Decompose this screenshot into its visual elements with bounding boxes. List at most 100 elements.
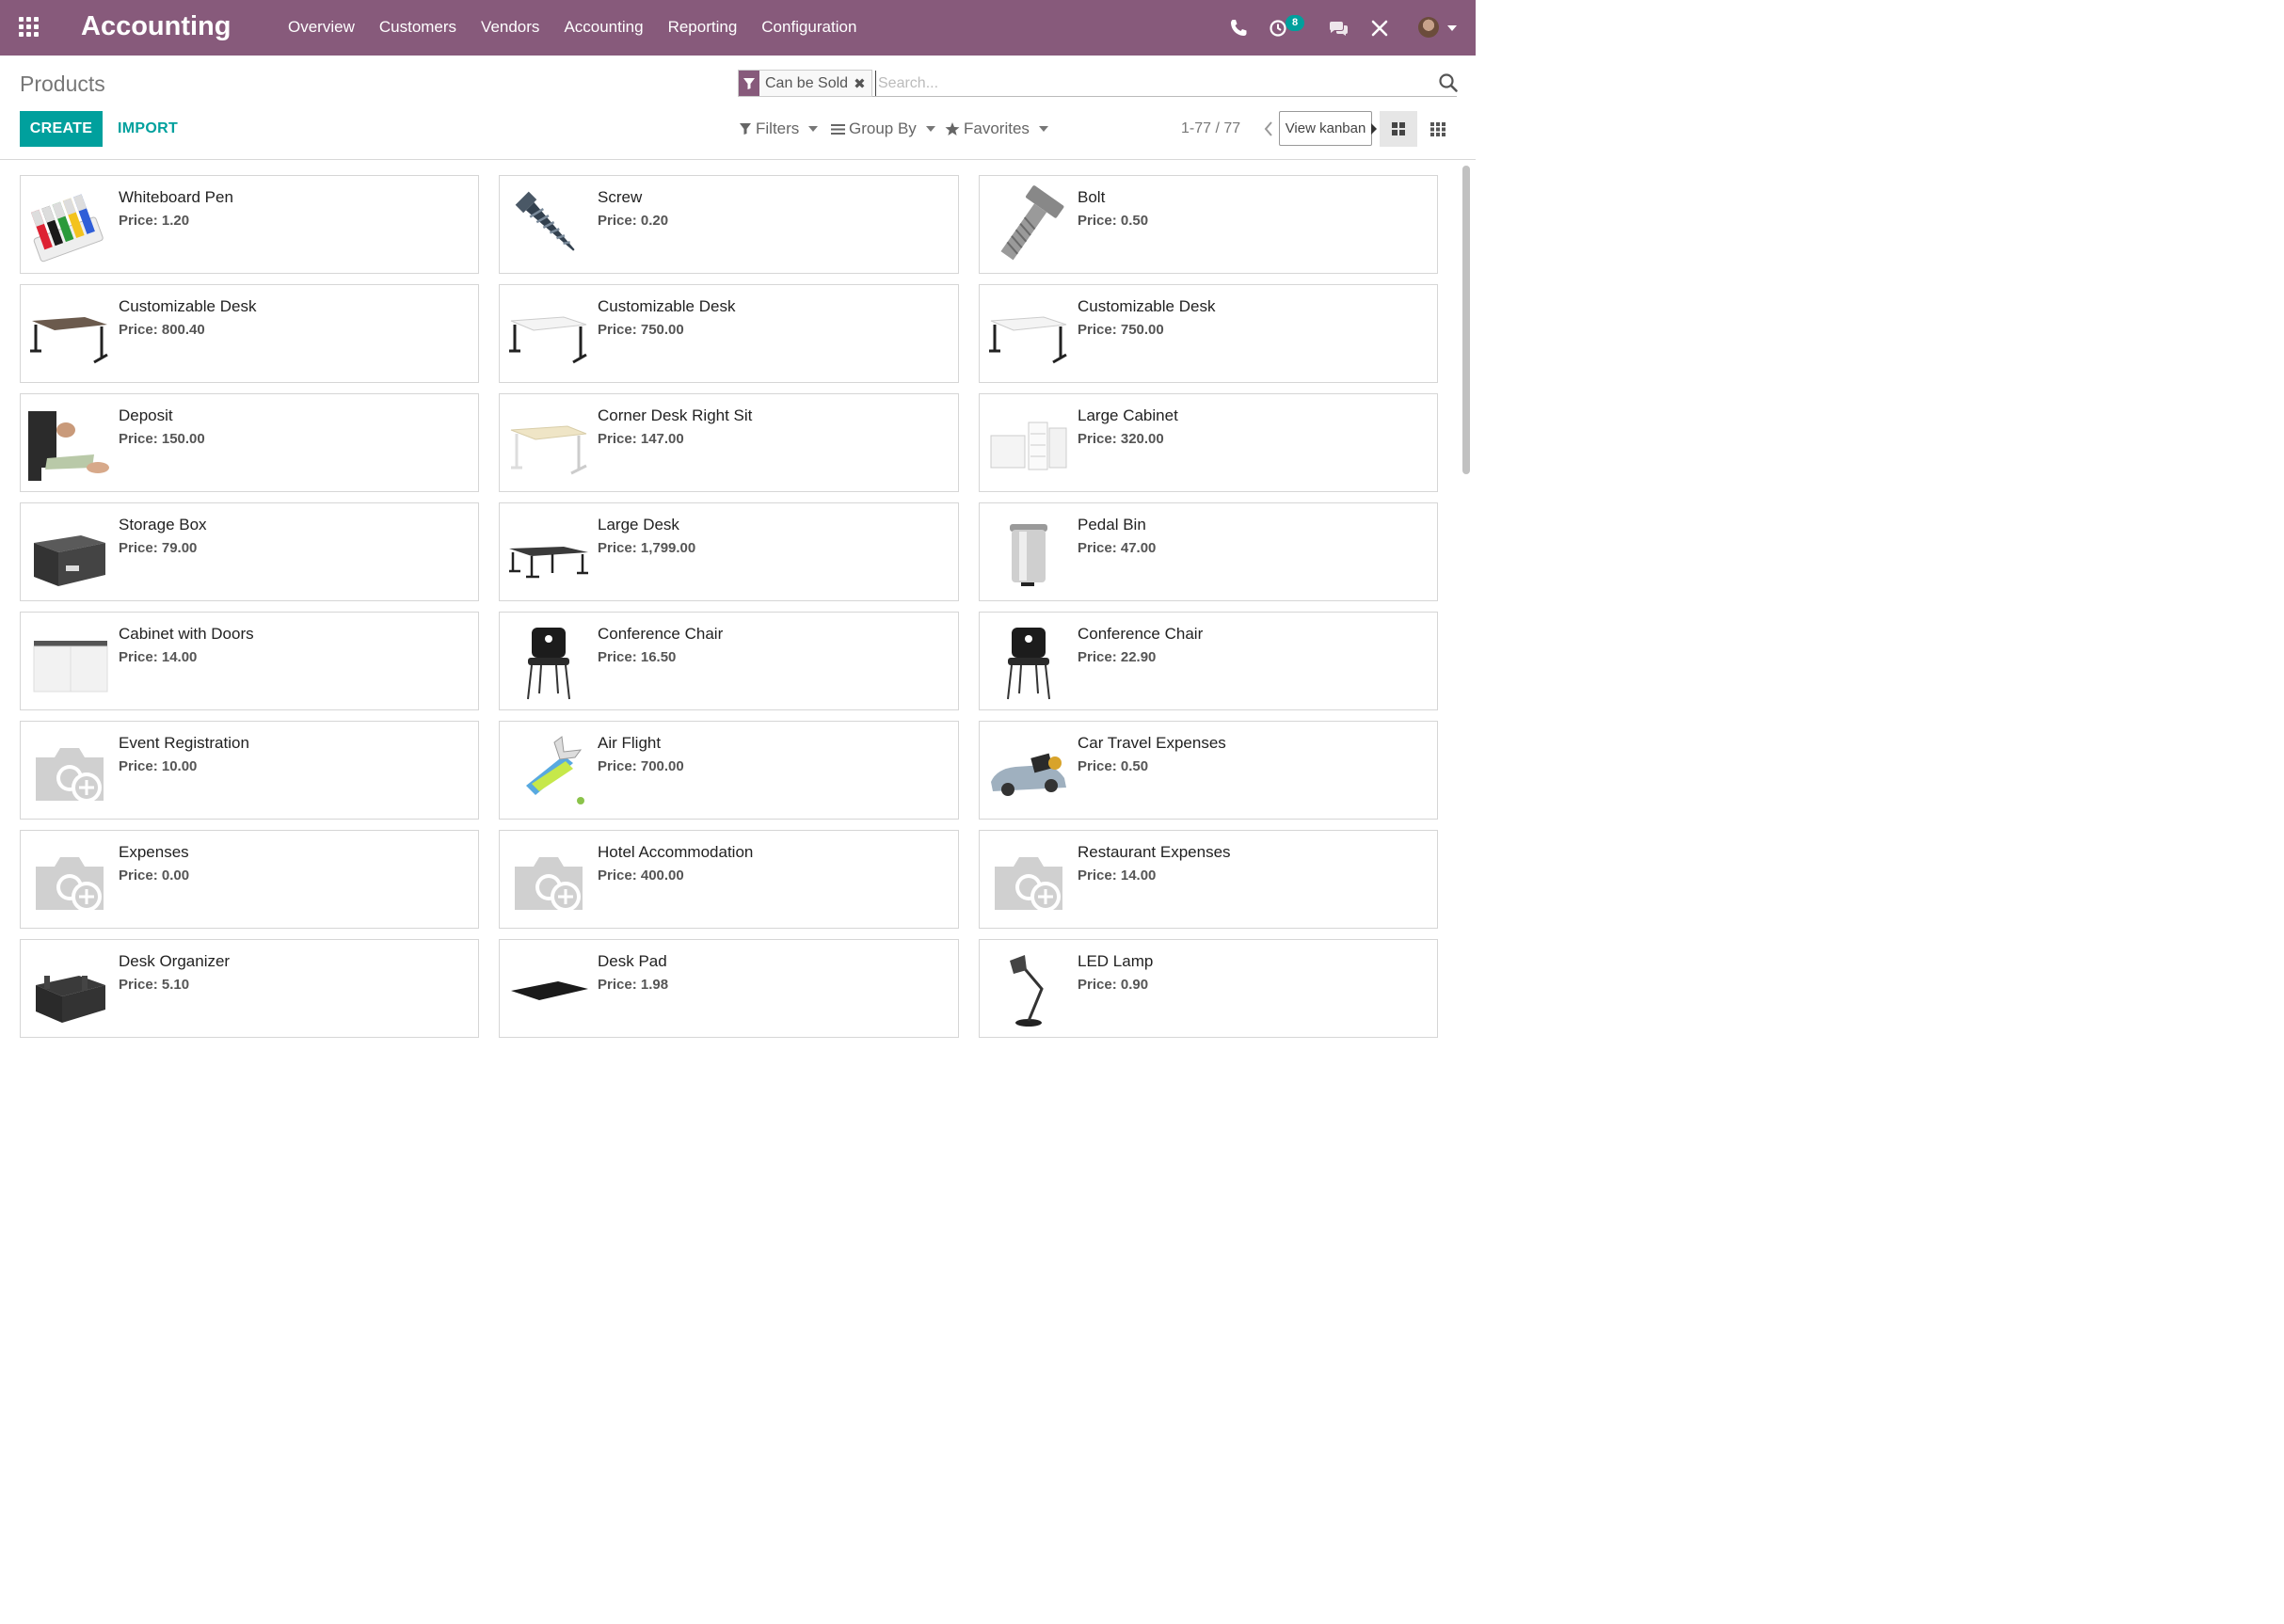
product-card[interactable]: Restaurant Expenses Price: 14.00 bbox=[979, 830, 1438, 929]
product-image bbox=[507, 947, 590, 1030]
product-image bbox=[507, 729, 590, 812]
product-card[interactable]: Screw Price: 0.20 bbox=[499, 175, 959, 274]
product-card[interactable]: Pedal Bin Price: 47.00 bbox=[979, 502, 1438, 601]
list-view-button[interactable] bbox=[1419, 111, 1457, 147]
product-name: Expenses bbox=[119, 843, 189, 861]
grid-view-icon bbox=[1430, 122, 1445, 136]
product-price: Price: 750.00 bbox=[1078, 322, 1164, 338]
product-name: Hotel Accommodation bbox=[598, 843, 754, 861]
product-card[interactable]: Desk Pad Price: 1.98 bbox=[499, 939, 959, 1038]
product-name: Large Cabinet bbox=[1078, 406, 1178, 424]
product-image bbox=[28, 293, 111, 375]
product-card[interactable]: Conference Chair Price: 22.90 bbox=[979, 612, 1438, 710]
product-name: Bolt bbox=[1078, 188, 1106, 206]
product-card[interactable]: Air Flight Price: 700.00 bbox=[499, 721, 959, 820]
menu-customers[interactable]: Customers bbox=[379, 18, 456, 37]
menu-reporting[interactable]: Reporting bbox=[668, 18, 738, 37]
product-name: Desk Organizer bbox=[119, 952, 231, 970]
product-price: Price: 0.90 bbox=[1078, 977, 1149, 993]
user-avatar[interactable] bbox=[1418, 17, 1439, 38]
product-image bbox=[987, 729, 1070, 812]
product-price: Price: 16.50 bbox=[598, 649, 677, 665]
product-card[interactable]: Bolt Price: 0.50 bbox=[979, 175, 1438, 274]
import-button[interactable]: IMPORT bbox=[110, 111, 185, 147]
product-price: Price: 400.00 bbox=[598, 868, 684, 884]
product-price: Price: 14.00 bbox=[119, 649, 198, 665]
filters-caret-icon bbox=[808, 126, 819, 132]
product-card[interactable]: Large Cabinet Price: 320.00 bbox=[979, 393, 1438, 492]
product-image bbox=[28, 183, 111, 266]
menu-configuration[interactable]: Configuration bbox=[761, 18, 856, 37]
menu-overview[interactable]: Overview bbox=[288, 18, 355, 37]
facet-remove-icon[interactable]: ✖ bbox=[854, 75, 871, 92]
product-image bbox=[28, 511, 111, 594]
filters-dropdown[interactable]: Filters bbox=[739, 119, 819, 138]
vertical-scrollbar[interactable] bbox=[1462, 166, 1470, 474]
product-image bbox=[28, 620, 111, 703]
product-name: Customizable Desk bbox=[119, 297, 257, 315]
menu-accounting[interactable]: Accounting bbox=[564, 18, 643, 37]
product-name: LED Lamp bbox=[1078, 952, 1154, 970]
product-card[interactable]: Car Travel Expenses Price: 0.50 bbox=[979, 721, 1438, 820]
product-price: Price: 14.00 bbox=[1078, 868, 1157, 884]
product-card[interactable]: Deposit Price: 150.00 bbox=[20, 393, 479, 492]
product-name: Conference Chair bbox=[598, 625, 724, 643]
search-input[interactable] bbox=[875, 71, 1426, 96]
camera-placeholder-icon bbox=[28, 729, 111, 812]
top-navbar: Accounting Overview Customers Vendors Ac… bbox=[0, 0, 1476, 56]
product-name: Corner Desk Right Sit bbox=[598, 406, 753, 424]
product-card[interactable]: Large Desk Price: 1,799.00 bbox=[499, 502, 959, 601]
product-card[interactable]: LED Lamp Price: 0.90 bbox=[979, 939, 1438, 1038]
camera-placeholder-icon bbox=[987, 838, 1070, 921]
product-image bbox=[987, 183, 1070, 266]
pager-value[interactable]: 1-77 / 77 bbox=[1181, 120, 1240, 137]
pager-previous-icon[interactable] bbox=[1261, 119, 1276, 139]
favorites-dropdown[interactable]: Favorites bbox=[945, 119, 1048, 138]
kanban-view-button[interactable] bbox=[1380, 111, 1417, 147]
camera-placeholder-icon bbox=[507, 838, 590, 921]
product-price: Price: 700.00 bbox=[598, 758, 684, 774]
group-by-caret-icon bbox=[925, 126, 935, 132]
product-price: Price: 1.20 bbox=[119, 213, 190, 229]
filters-label: Filters bbox=[756, 119, 800, 137]
product-card[interactable]: Storage Box Price: 79.00 bbox=[20, 502, 479, 601]
product-card[interactable]: Corner Desk Right Sit Price: 147.00 bbox=[499, 393, 959, 492]
product-card[interactable]: Whiteboard Pen Price: 1.20 bbox=[20, 175, 479, 274]
product-price: Price: 320.00 bbox=[1078, 431, 1164, 447]
activity-count-badge: 8 bbox=[1286, 15, 1304, 31]
search-icon[interactable] bbox=[1438, 72, 1459, 93]
product-price: Price: 150.00 bbox=[119, 431, 205, 447]
product-card[interactable]: Customizable Desk Price: 750.00 bbox=[499, 284, 959, 383]
product-name: Deposit bbox=[119, 406, 173, 424]
product-name: Air Flight bbox=[598, 734, 662, 752]
main-menu: Overview Customers Vendors Accounting Re… bbox=[288, 18, 856, 37]
product-card[interactable]: Conference Chair Price: 16.50 bbox=[499, 612, 959, 710]
view-kanban-tooltip: View kanban bbox=[1279, 111, 1372, 146]
product-card[interactable]: Desk Organizer Price: 5.10 bbox=[20, 939, 479, 1038]
user-menu-caret-icon[interactable] bbox=[1447, 25, 1457, 31]
discuss-chat-icon[interactable] bbox=[1327, 17, 1350, 40]
product-image bbox=[987, 402, 1070, 485]
product-card[interactable]: Hotel Accommodation Price: 400.00 bbox=[499, 830, 959, 929]
tooltip-arrow bbox=[1371, 123, 1377, 135]
product-card[interactable]: Customizable Desk Price: 750.00 bbox=[979, 284, 1438, 383]
menu-vendors[interactable]: Vendors bbox=[481, 18, 539, 37]
search-bar: Can be Sold ✖ bbox=[738, 69, 1459, 97]
product-name: Restaurant Expenses bbox=[1078, 843, 1231, 861]
product-card[interactable]: Customizable Desk Price: 800.40 bbox=[20, 284, 479, 383]
product-card[interactable]: Cabinet with Doors Price: 14.00 bbox=[20, 612, 479, 710]
product-name: Cabinet with Doors bbox=[119, 625, 254, 643]
product-name: Large Desk bbox=[598, 516, 679, 533]
group-by-dropdown[interactable]: Group By bbox=[831, 119, 935, 138]
product-price: Price: 750.00 bbox=[598, 322, 684, 338]
product-price: Price: 10.00 bbox=[119, 758, 198, 774]
create-button[interactable]: CREATE bbox=[20, 111, 103, 147]
apps-grid-icon[interactable] bbox=[19, 17, 41, 38]
product-card[interactable]: Expenses Price: 0.00 bbox=[20, 830, 479, 929]
phone-icon[interactable] bbox=[1227, 17, 1250, 40]
product-price: Price: 0.00 bbox=[119, 868, 190, 884]
product-card[interactable]: Event Registration Price: 10.00 bbox=[20, 721, 479, 820]
product-image bbox=[28, 402, 111, 485]
debug-tools-icon[interactable] bbox=[1368, 17, 1391, 40]
app-title[interactable]: Accounting bbox=[81, 11, 232, 42]
